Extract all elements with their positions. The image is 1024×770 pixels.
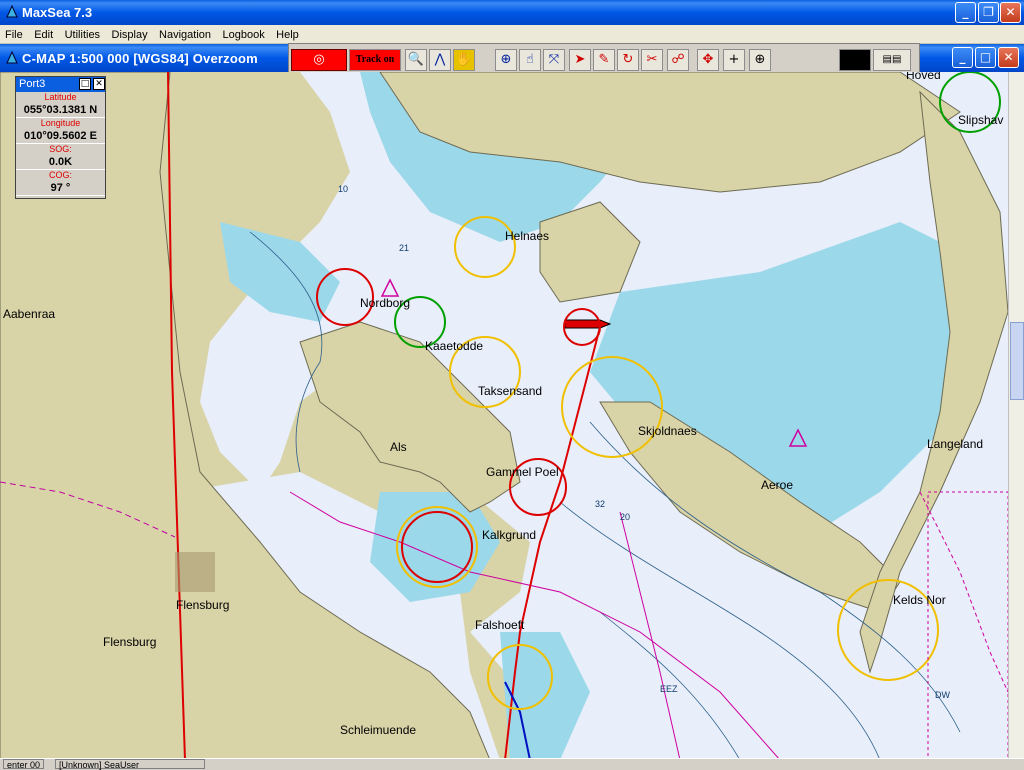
pencil-icon[interactable]: ✎ — [593, 49, 615, 71]
menu-navigation[interactable]: Navigation — [154, 26, 211, 41]
menu-file[interactable]: File — [0, 26, 23, 41]
link-icon[interactable]: ☍ — [667, 49, 689, 71]
status-bar: enter 00 [Unknown] SeaUser — [0, 758, 1024, 770]
place-label: Gammel Poel — [486, 465, 559, 479]
minimize-button[interactable]: _ — [955, 2, 976, 23]
depth-label: 10 — [338, 184, 349, 194]
port-window-title[interactable]: Port3 □ ✕ — [16, 77, 105, 92]
place-label: Slipshav — [958, 113, 1004, 127]
place-label: Kalkgrund — [482, 528, 537, 542]
depth-label: EEZ — [660, 684, 678, 694]
place-label: Kelds Nor — [893, 593, 946, 607]
port-window-minimize-button[interactable]: □ — [79, 78, 91, 90]
sog-value: 0.0K — [48, 156, 73, 168]
chart-close-button[interactable]: ✕ — [998, 47, 1019, 68]
sog-row: SOG: 0.0K — [16, 144, 105, 170]
menu-bar: File Edit Utilities Display Navigation L… — [0, 25, 1024, 44]
place-label: Flensburg — [103, 635, 157, 649]
move-cross-icon[interactable]: ✥ — [697, 49, 719, 71]
chart-toolbar: ◎ Track on 🔍 ⋀ ✋ ⊕ ☝ ⤧ ➤ ✎ ↻ ✂ ☍ ✥ + ⊕ ▤… — [288, 43, 920, 75]
menu-help[interactable]: Help — [271, 26, 299, 41]
app-icon — [6, 5, 18, 18]
rotate-icon[interactable]: ↻ — [617, 49, 639, 71]
latitude-row: Latitude 055°03.1381 N — [16, 92, 105, 118]
scrollbar-thumb[interactable] — [1010, 322, 1024, 400]
place-label: Skjoldnaes — [638, 424, 697, 438]
chart-canvas — [0, 72, 1008, 760]
latitude-value: 055°03.1381 N — [23, 104, 98, 116]
chart-window-icon — [6, 51, 18, 64]
place-label: Schleimuende — [340, 723, 417, 737]
sog-label: SOG: — [49, 144, 72, 154]
longitude-value: 010°09.5602 E — [24, 130, 97, 142]
longitude-row: Longitude 010°09.5602 E — [16, 118, 105, 144]
boat-marker — [564, 319, 612, 329]
plus-icon[interactable]: + — [723, 49, 745, 71]
chart-window-title: C-MAP 1:500 000 [WGS84] Overzoom — [22, 51, 258, 66]
cog-value: 97 ° — [50, 182, 71, 194]
place-label: Helnaes — [505, 229, 550, 243]
depth-label: 20 — [620, 512, 631, 522]
place-label: Falshoeft — [475, 618, 525, 632]
maxsea-app: MaxSea 7.3 _ ❐ ✕ File Edit Utilities Dis… — [0, 0, 1024, 770]
menu-edit[interactable]: Edit — [29, 26, 53, 41]
port-info-window[interactable]: Port3 □ ✕ Latitude 055°03.1381 N Longitu… — [15, 76, 106, 199]
depth-label: 32 — [595, 499, 606, 509]
zoom-icon[interactable]: 🔍 — [405, 49, 427, 71]
place-label: Hoved — [906, 72, 941, 82]
cog-row: COG: 97 ° — [16, 170, 105, 196]
menu-logbook[interactable]: Logbook — [217, 26, 264, 41]
center-crosshair-icon[interactable]: ⊕ — [495, 49, 517, 71]
scissors-icon[interactable]: ✂ — [641, 49, 663, 71]
chart-maximize-button[interactable]: □ — [975, 47, 996, 68]
chart-minimize-button[interactable]: _ — [952, 47, 973, 68]
track-on-button[interactable]: Track on — [349, 49, 401, 71]
place-label: Flensburg — [176, 598, 230, 612]
vertical-scrollbar[interactable] — [1008, 72, 1024, 760]
target-button[interactable]: ◎ — [291, 49, 347, 71]
latitude-label: Latitude — [44, 92, 77, 102]
pan-hand-icon[interactable]: ✋ — [453, 49, 475, 71]
grab-hand-icon[interactable]: ☝ — [519, 49, 541, 71]
port-window-close-button[interactable]: ✕ — [93, 78, 105, 90]
place-label: Aeroe — [761, 478, 794, 492]
title-bar: MaxSea 7.3 _ ❐ ✕ — [0, 0, 1024, 25]
maximize-button[interactable]: ❐ — [978, 2, 999, 23]
compass-divider-icon[interactable]: ⋀ — [429, 49, 451, 71]
place-label: Langeland — [927, 437, 984, 451]
depth-label: DW — [935, 690, 950, 700]
scale-arrows-icon[interactable]: ⤧ — [543, 49, 565, 71]
longitude-label: Longitude — [40, 118, 81, 128]
depth-label: 21 — [399, 243, 410, 253]
cog-label: COG: — [48, 170, 72, 180]
hatched-area — [175, 552, 215, 592]
app-title: MaxSea 7.3 — [22, 5, 93, 20]
window-toggle-icon[interactable]: ▤▤ — [873, 49, 911, 71]
menu-display[interactable]: Display — [107, 26, 148, 41]
place-label: Nordborg — [360, 296, 411, 310]
close-button[interactable]: ✕ — [1000, 2, 1021, 23]
select-arrow-icon[interactable]: ➤ — [569, 49, 591, 71]
place-label: Kaaetodde — [425, 339, 484, 353]
place-label: Als — [390, 440, 407, 454]
place-label: Taksensand — [478, 384, 543, 398]
menu-utilities[interactable]: Utilities — [60, 26, 100, 41]
place-label: Aabenraa — [3, 307, 56, 321]
chart-map[interactable]: Helnaes Nordborg Kaaetodde Taksensand Sk… — [0, 72, 1008, 760]
color-swatch[interactable] — [839, 49, 871, 71]
target-cross-icon[interactable]: ⊕ — [749, 49, 771, 71]
port-window-title-text: Port3 — [19, 78, 46, 90]
